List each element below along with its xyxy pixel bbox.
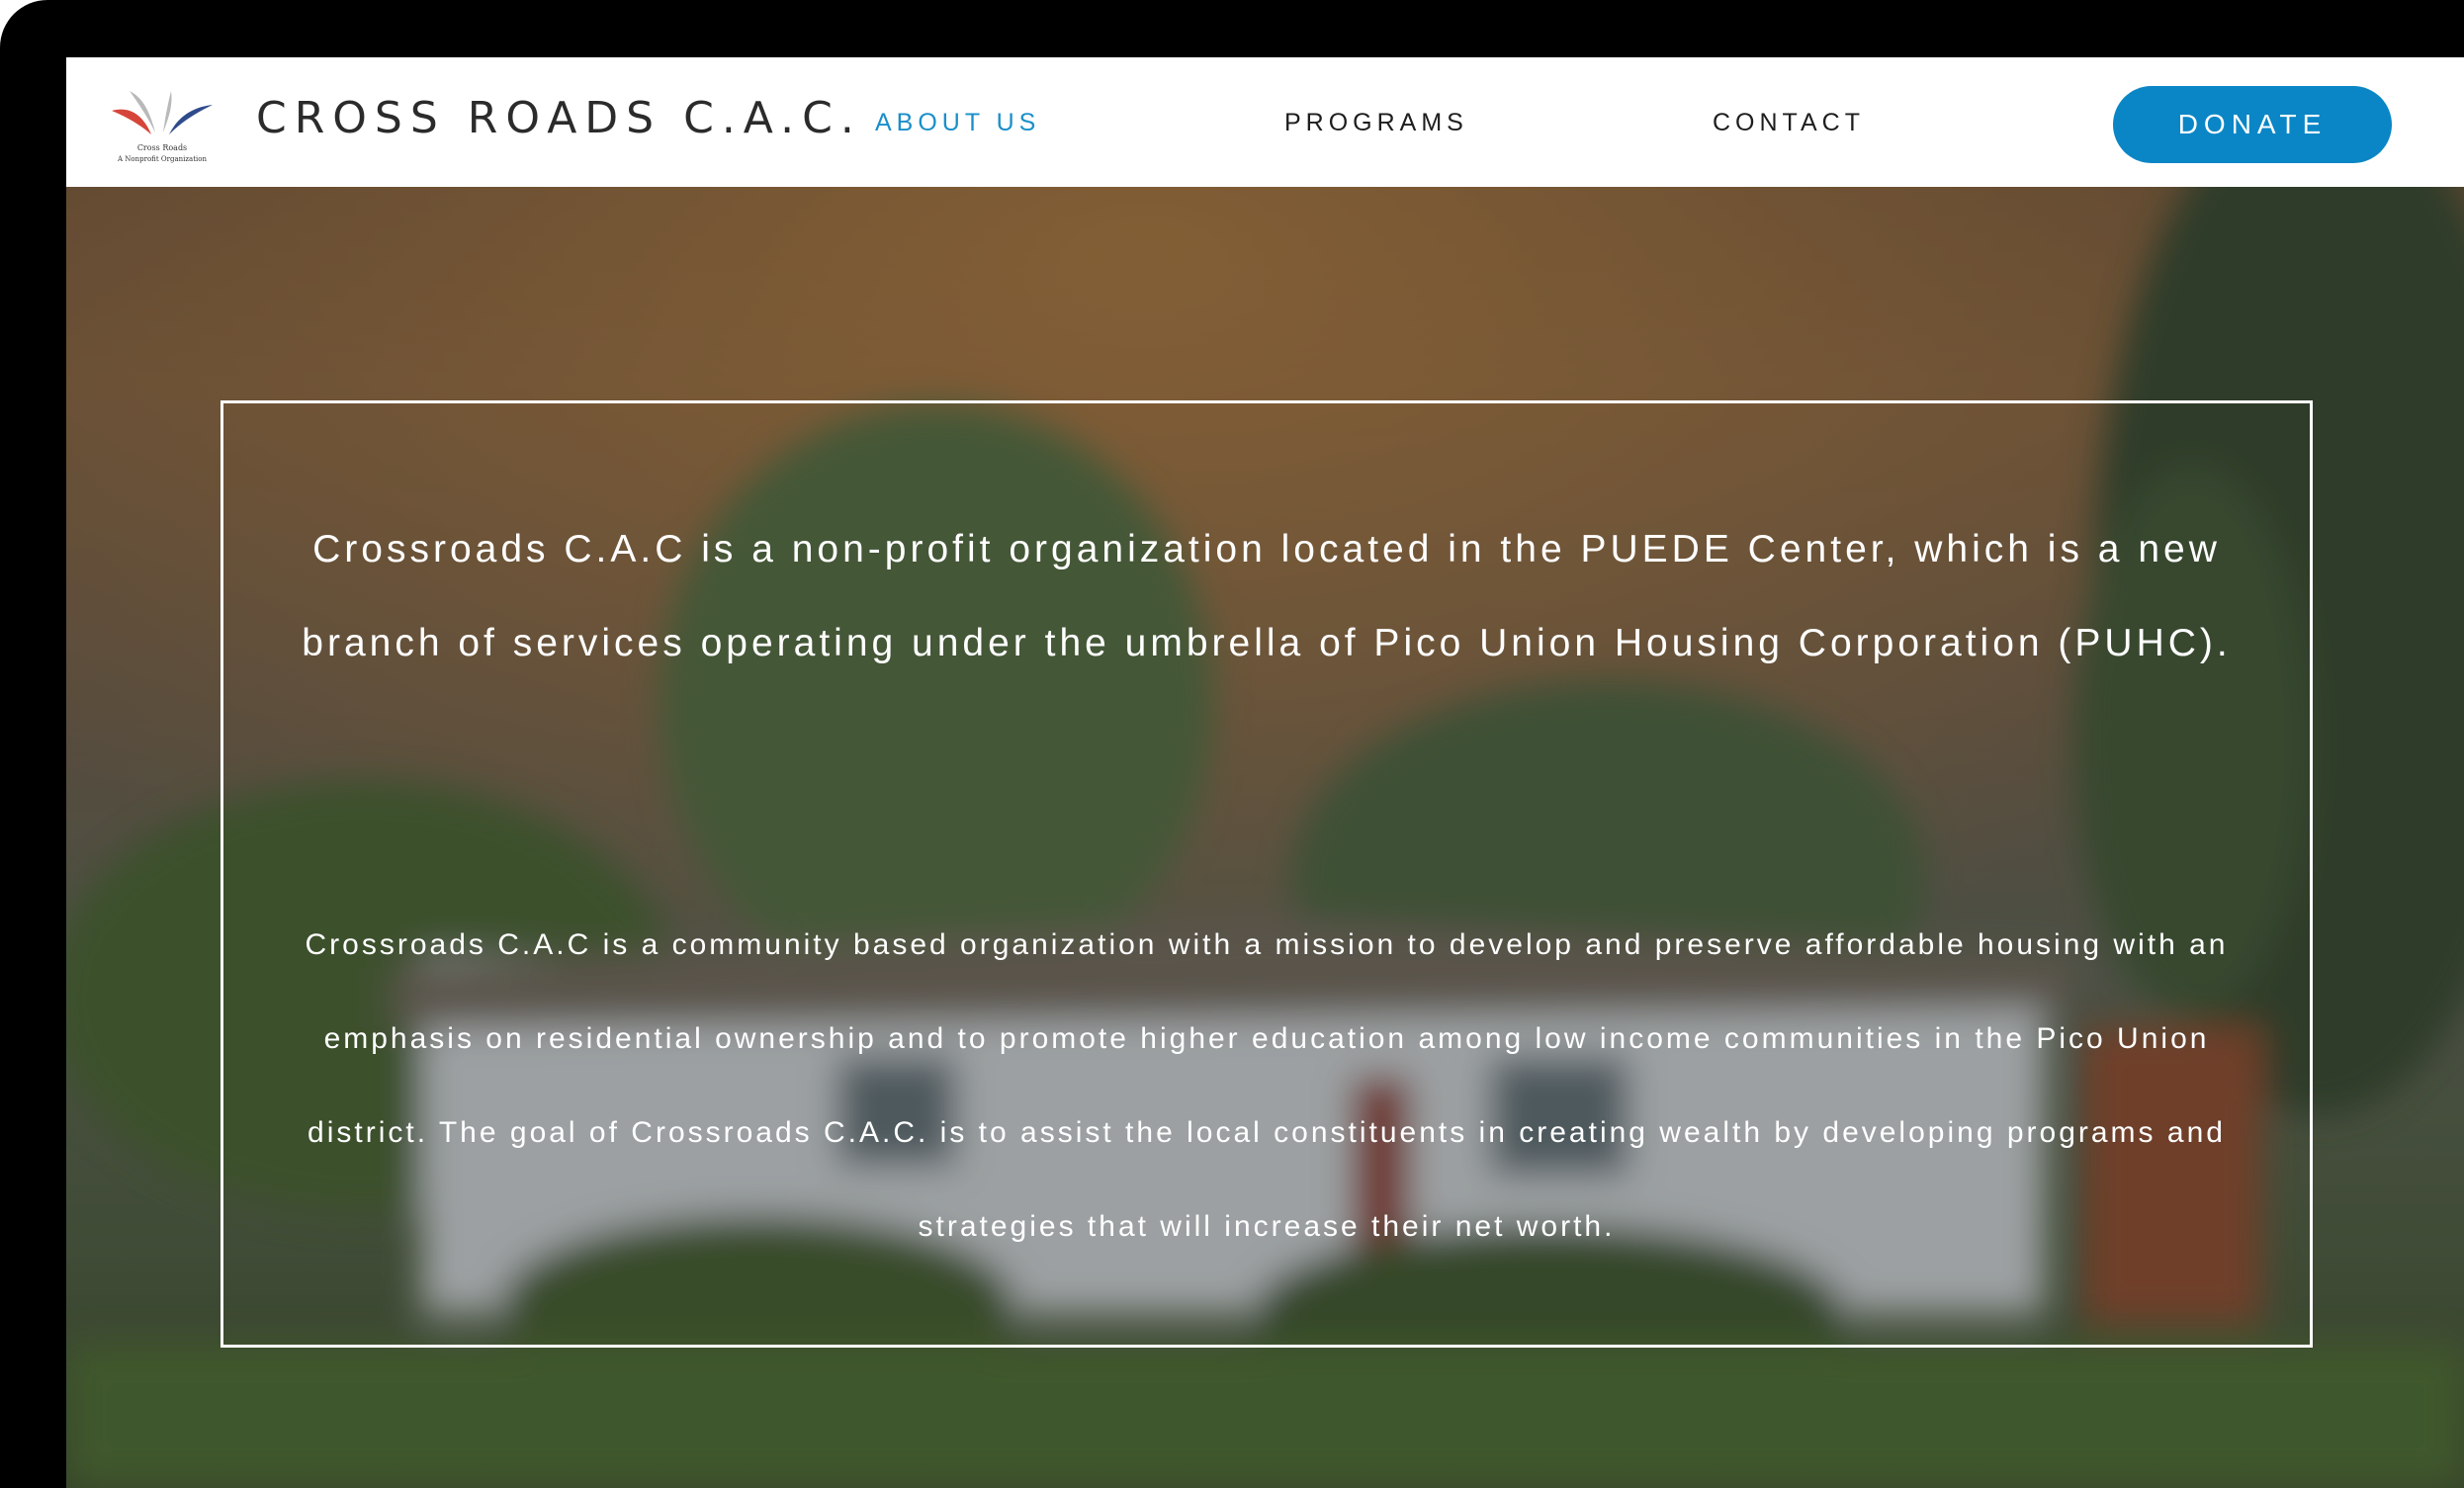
browser-screen: Cross Roads A Nonprofit Organization CRO… — [66, 57, 2464, 1488]
hero-section: Crossroads C.A.C is a non-profit organiz… — [66, 187, 2464, 1488]
donate-button[interactable]: DONATE — [2113, 86, 2392, 163]
device-frame: Cross Roads A Nonprofit Organization CRO… — [0, 0, 2464, 1488]
logo-caption-line2: A Nonprofit Organization — [117, 155, 207, 163]
logo-caption-line1: Cross Roads — [137, 143, 187, 152]
nav-link-programs[interactable]: PROGRAMS — [1284, 109, 1468, 137]
brand-name[interactable]: CROSS ROADS C.A.C. — [256, 93, 862, 143]
nav-link-about-us[interactable]: ABOUT US — [875, 109, 1040, 137]
top-navigation: Cross Roads A Nonprofit Organization CRO… — [66, 57, 2464, 187]
mission-paragraph: Crossroads C.A.C is a community based or… — [305, 928, 2229, 1243]
crossroads-logo-icon[interactable]: Cross Roads A Nonprofit Organization — [108, 81, 217, 168]
nav-link-contact[interactable]: CONTACT — [1713, 109, 1865, 137]
about-info-box: Crossroads C.A.C is a non-profit organiz… — [220, 400, 2313, 1348]
intro-paragraph: Crossroads C.A.C is a non-profit organiz… — [302, 528, 2232, 664]
